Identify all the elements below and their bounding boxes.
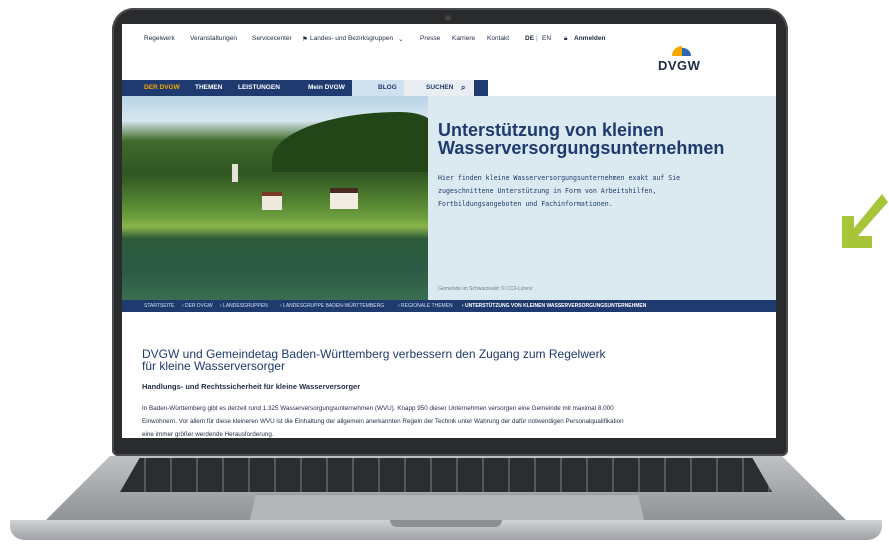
topnav-servicecenter[interactable]: Servicecenter (252, 35, 292, 42)
tab-blog[interactable]: BLOG (378, 84, 397, 91)
hero-house (330, 188, 358, 209)
hero-church (232, 164, 238, 182)
dvgw-logo[interactable]: DVGW (658, 44, 701, 74)
hero-title-line: Wasserversorgungsunternehmen (438, 138, 725, 158)
tab-leistungen[interactable]: LEISTUNGEN (238, 84, 280, 91)
breadcrumb: STARTSEITE › DER DVGW › LANDESGRUPPEN › … (122, 300, 776, 312)
main-navigation: DER DVGW THEMEN LEISTUNGEN Mein DVGW BLO… (122, 80, 488, 96)
article-subtitle: Handlungs- und Rechtssicherheit für klei… (142, 382, 361, 391)
search-icon[interactable]: ⌕ (461, 83, 465, 93)
lock-icon: 🔒︎ (564, 35, 568, 42)
topnav-kontakt[interactable]: Kontakt (487, 35, 509, 42)
browser-screen: Regelwerk Veranstaltungen Servicecenter … (122, 24, 776, 438)
breadcrumb-item[interactable]: › DER DVGW (182, 303, 213, 309)
lang-de[interactable]: DE (525, 35, 534, 42)
hero-title: Unterstützung von kleinen Wasserversorgu… (438, 121, 768, 157)
topnav-veranstaltungen[interactable]: Veranstaltungen (190, 35, 237, 42)
lid-notch (390, 520, 502, 527)
article-title: DVGW und Gemeindetag Baden-Württemberg v… (142, 348, 642, 372)
tab-mein-dvgw[interactable]: Mein DVGW (308, 84, 345, 91)
breadcrumb-item[interactable]: STARTSEITE (144, 303, 174, 309)
topnav-karriere[interactable]: Karriere (452, 35, 475, 42)
lang-separator: | (536, 35, 538, 42)
tab-suchen[interactable]: SUCHEN (426, 84, 453, 91)
hero-text-line: Hier finden kleine Wasserversorgungsunte… (438, 174, 681, 182)
camera (445, 15, 451, 21)
logo-mark-orange (672, 46, 682, 56)
article-title-line: für kleine Wasserversorger (142, 359, 285, 373)
tab-der-dvgw[interactable]: DER DVGW (144, 84, 180, 91)
keyboard (120, 458, 772, 492)
arrow-down-left-icon (842, 194, 888, 248)
breadcrumb-item[interactable]: › LANDESGRUPPEN (220, 303, 268, 309)
topnav-presse[interactable]: Presse (420, 35, 440, 42)
chevron-down-icon: ⌄ (398, 36, 404, 43)
article-body-line: Einwohnern. Vor allem für diese kleinere… (142, 418, 624, 425)
hero-text: Hier finden kleine Wasserversorgungsunte… (438, 172, 738, 211)
flag-icon: ⚑ (302, 36, 308, 43)
breadcrumb-item[interactable]: › REGIONALE THEMEN (398, 303, 453, 309)
login-link[interactable]: Anmelden (574, 35, 605, 42)
hero-house (262, 192, 282, 210)
logo-text: DVGW (658, 58, 701, 73)
article-body-line: eine immer größer werdende Herausforderu… (142, 431, 274, 438)
breadcrumb-item[interactable]: › LANDESGRUPPE BADEN-WÜRTTEMBERG (280, 303, 384, 309)
hero-title-line: Unterstützung von kleinen (438, 120, 665, 140)
breadcrumb-current: › UNTERSTÜTZUNG VON KLEINEN WASSERVERSOR… (462, 303, 647, 309)
article-body: In Baden-Württemberg gibt es derzeit run… (142, 402, 712, 438)
topnav-landesgruppen[interactable]: Landes- und Bezirksgruppen (310, 35, 393, 42)
article-body-line: In Baden-Württemberg gibt es derzeit run… (142, 405, 614, 412)
topnav-regelwerk[interactable]: Regelwerk (144, 35, 175, 42)
hero-text-line: Fortbildungsangeboten und Fachinformatio… (438, 200, 613, 208)
laptop-base (10, 438, 882, 546)
lang-en[interactable]: EN (542, 35, 551, 42)
image-caption: Gemeinde im Schwarzwald; © CC0-Lizenz (438, 286, 533, 292)
hero-text-line: zugeschnittene Unterstützung in Form von… (438, 187, 657, 195)
logo-mark-blue (682, 48, 691, 56)
tab-themen[interactable]: THEMEN (195, 84, 222, 91)
